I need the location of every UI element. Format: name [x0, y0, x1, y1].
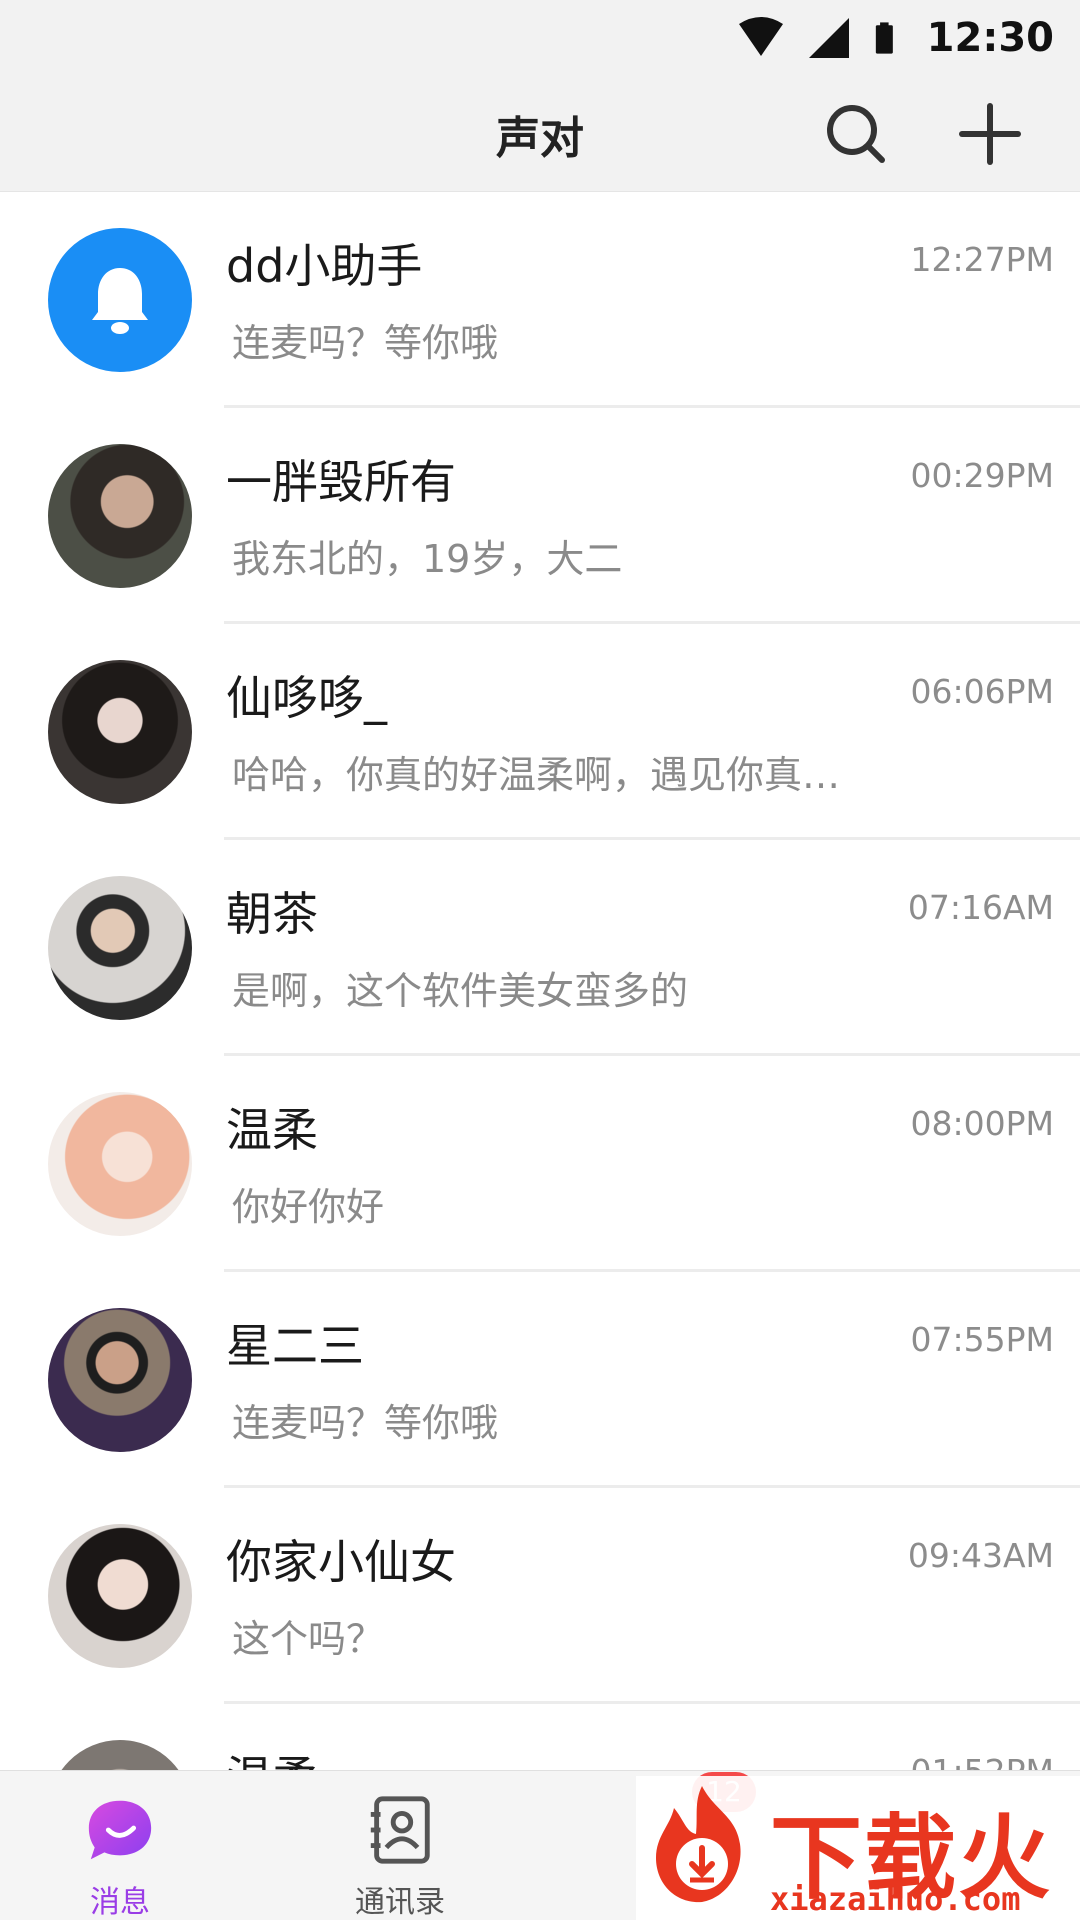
avatar [48, 1524, 192, 1668]
contact-name: 你家小仙女 [226, 1535, 456, 1589]
message-preview: 这个吗？ [232, 1617, 385, 1661]
message-time: 07:16AM [907, 888, 1054, 927]
add-button[interactable] [952, 96, 1028, 172]
page-title: 声对 [496, 113, 584, 164]
wifi-icon [738, 17, 783, 56]
message-time: 09:43AM [907, 1536, 1054, 1575]
tab-contacts[interactable]: 通讯录 [300, 1771, 500, 1920]
watermark-url: xiazaihuo.com [770, 1880, 1021, 1918]
flame-logo-icon [656, 1786, 741, 1903]
message-preview: 连麦吗？等你哦 [232, 1401, 499, 1445]
avatar [48, 660, 192, 804]
signal-icon [808, 18, 849, 58]
app-header: 声对 [0, 76, 1080, 192]
tab-contacts-label: 通讯录 [355, 1885, 445, 1920]
avatar [48, 1308, 192, 1452]
message-time: 08:00PM [910, 1104, 1054, 1143]
conversation-item[interactable]: 温柔 08:00PM 你好你好 [0, 1056, 1080, 1272]
message-time: 00:29PM [910, 456, 1054, 495]
avatar [48, 1740, 192, 1770]
message-preview: 是啊，这个软件美女蛮多的 [232, 969, 689, 1013]
status-time: 12:30 [926, 15, 1054, 61]
message-time: 12:27PM [910, 240, 1054, 279]
contact-name: 朝茶 [226, 887, 318, 941]
conversation-item[interactable]: 星二三 07:55PM 连麦吗？等你哦 [0, 1272, 1080, 1488]
contact-name: 仙哆哆_ [226, 671, 387, 725]
plus-icon [959, 103, 1021, 165]
search-icon [827, 105, 885, 163]
message-time: 07:55PM [910, 1320, 1054, 1359]
battery-icon [875, 22, 893, 54]
chat-bubble-icon [88, 1800, 152, 1860]
message-preview: 你好你好 [232, 1185, 385, 1229]
tab-messages[interactable]: 消息 [20, 1771, 220, 1920]
avatar [48, 876, 192, 1020]
conversation-item[interactable]: 朝茶 07:16AM 是啊，这个软件美女蛮多的 [0, 840, 1080, 1056]
message-preview: 哈哈，你真的好温柔啊，遇见你真… [232, 753, 841, 797]
assistant-avatar [48, 228, 192, 372]
message-time: 01:52PM [911, 1752, 1054, 1770]
contact-name: 星二三 [226, 1319, 364, 1373]
avatar [48, 1092, 192, 1236]
conversation-item[interactable]: dd小助手 12:27PM 连麦吗？等你哦 [0, 192, 1080, 408]
conversation-item[interactable]: 你家小仙女 09:43AM 这个吗？ [0, 1488, 1080, 1704]
conversation-list: dd小助手 12:27PM 连麦吗？等你哦 一胖毁所有 00:29PM 我东北的… [0, 192, 1080, 1770]
conversation-item[interactable]: 温柔 01:52PM [0, 1704, 1080, 1770]
watermark: 下载火 xiazaihuo.com [636, 1776, 1080, 1920]
message-time: 06:06PM [910, 672, 1054, 711]
search-button[interactable] [818, 96, 894, 172]
conversation-item[interactable]: 仙哆哆_ 06:06PM 哈哈，你真的好温柔啊，遇见你真… [0, 624, 1080, 840]
contacts-icon [370, 1796, 430, 1864]
bell-icon [92, 268, 148, 334]
avatar [48, 444, 192, 588]
contact-name: 温柔 [226, 1742, 318, 1770]
conversation-item[interactable]: 一胖毁所有 00:29PM 我东北的，19岁，大二 [0, 408, 1080, 624]
message-preview: 我东北的，19岁，大二 [232, 537, 623, 581]
message-preview: 连麦吗？等你哦 [232, 321, 499, 365]
contact-name: dd小助手 [226, 239, 423, 293]
contact-name: 一胖毁所有 [226, 455, 456, 509]
tab-messages-label: 消息 [90, 1885, 150, 1920]
status-bar: 12:30 [0, 0, 1080, 76]
contact-name: 温柔 [226, 1103, 318, 1157]
